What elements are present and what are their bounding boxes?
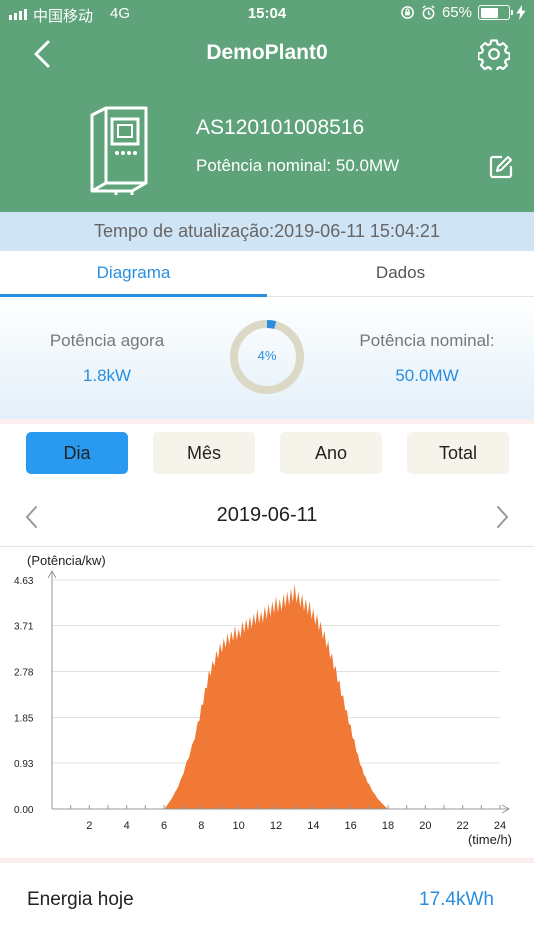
energy-today-label: Energia hoje	[27, 889, 134, 910]
x-tick-label: 14	[307, 820, 319, 832]
period-day-button[interactable]: Dia	[26, 432, 128, 474]
current-power-value: 1.8kW	[82, 366, 132, 385]
power-area-series	[164, 584, 388, 809]
tab-diagrama[interactable]: Diagrama	[0, 251, 267, 297]
charging-icon	[516, 5, 526, 20]
x-tick-label: 24	[494, 820, 506, 832]
header-panel: 中国移动 4G 15:04 65% DemoPlant0 AS120101008…	[0, 0, 534, 212]
y-tick-label: 1.85	[14, 713, 34, 724]
view-tabs: Diagrama Dados	[0, 251, 534, 297]
device-serial: AS120101008516	[196, 116, 365, 139]
x-tick-label: 22	[457, 820, 469, 832]
x-tick-label: 8	[198, 820, 204, 832]
date-navigator: 2019-06-11	[0, 492, 534, 542]
period-selector: Dia Mês Ano Total	[0, 424, 534, 484]
device-nominal-power: Potência nominal: 50.0MW	[196, 156, 400, 175]
gear-icon[interactable]	[478, 38, 510, 70]
alarm-icon	[422, 5, 435, 20]
x-tick-label: 4	[124, 820, 130, 832]
x-tick-label: 10	[233, 820, 245, 832]
x-tick-label: 20	[419, 820, 431, 832]
current-power-label: Potência agora	[49, 331, 165, 350]
period-year-button[interactable]: Ano	[280, 432, 382, 474]
x-tick-label: 6	[161, 820, 167, 832]
x-tick-label: 18	[382, 820, 394, 832]
status-bar: 中国移动 4G 15:04 65%	[0, 0, 534, 28]
x-tick-label: 2	[86, 820, 92, 832]
period-total-button[interactable]: Total	[407, 432, 509, 474]
energy-today-row: Energia hoje 17.4kWh	[0, 863, 534, 950]
power-summary: Potência agora 1.8kW 4% Potência nominal…	[0, 297, 534, 419]
navigation-bar: DemoPlant0	[0, 28, 534, 80]
y-tick-label: 3.71	[14, 622, 34, 633]
chevron-right-icon[interactable]	[492, 504, 512, 530]
energy-today-value: 17.4kWh	[419, 889, 494, 910]
nominal-power-value: 50.0MW	[395, 366, 459, 385]
power-chart: 0.00 0.93 1.85 2.78 3.71 4.63 2 4 6 8 10 12 14 16 18 20…	[0, 546, 534, 858]
x-tick-label: 12	[270, 820, 282, 832]
selected-date: 2019-06-11	[216, 504, 318, 526]
rotation-lock-icon	[401, 6, 414, 19]
page-title: DemoPlant0	[206, 41, 328, 64]
battery-percent: 65%	[441, 4, 472, 21]
y-tick-label: 0.93	[14, 759, 34, 770]
power-chart-svg: 0.000.931.852.783.714.632 4 6 8 10 12 14 16 18 20…	[14, 553, 512, 847]
edit-icon[interactable]	[488, 154, 514, 180]
power-percent-text: 4%	[257, 348, 277, 363]
tab-dados[interactable]: Dados	[267, 251, 534, 297]
y-tick-label: 0.00	[14, 805, 34, 816]
period-month-button[interactable]: Mês	[153, 432, 255, 474]
y-axis-title: (Potência/kw)	[27, 553, 106, 568]
inverter-icon	[90, 106, 148, 195]
y-tick-label: 4.63	[14, 576, 34, 587]
battery-icon	[478, 5, 513, 20]
update-time: Tempo de atualização:2019-06-11 15:04:21	[0, 212, 534, 251]
nominal-power-label: Potência nominal:	[359, 331, 495, 350]
x-tick-label: 16	[345, 820, 357, 832]
x-axis-title: (time/h)	[468, 832, 512, 847]
y-tick-label: 2.78	[14, 668, 34, 679]
